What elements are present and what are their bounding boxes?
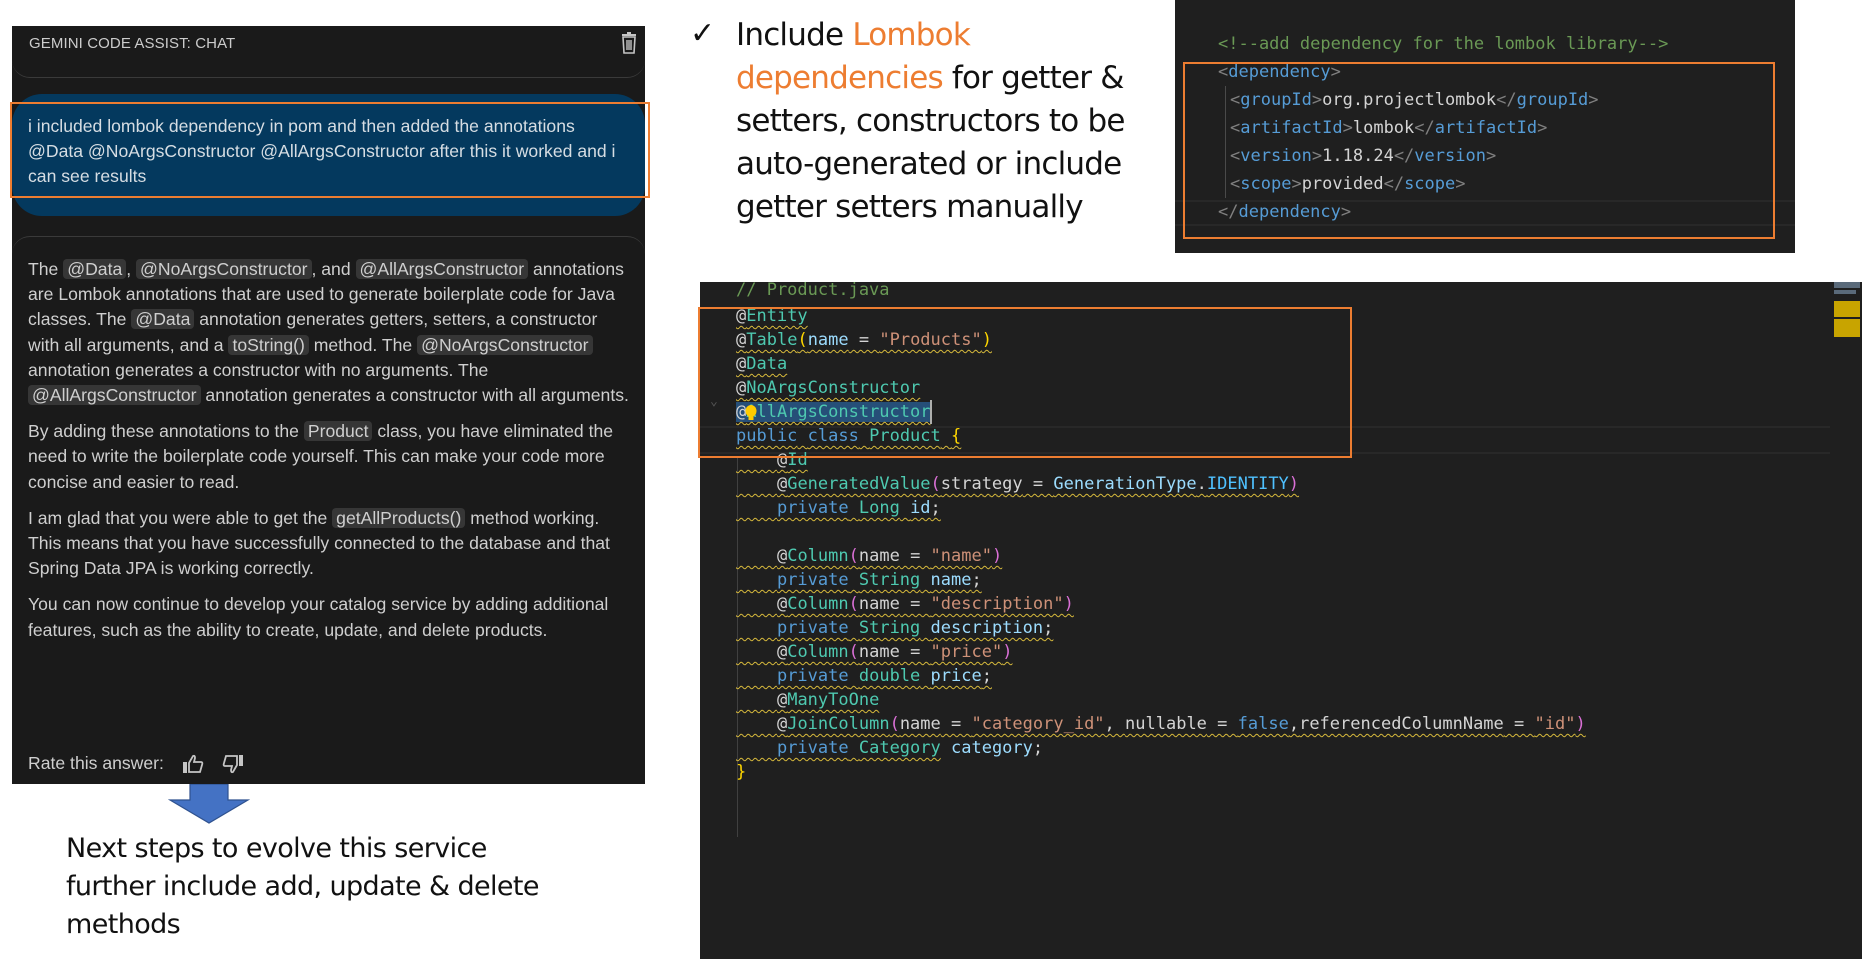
annotation: GeneratedValue: [787, 474, 931, 494]
thumbs-up-icon[interactable]: [182, 754, 204, 774]
rate-label: Rate this answer:: [28, 753, 164, 773]
code-line: private Category category;: [776, 738, 1044, 758]
thumbs-down-icon[interactable]: [222, 754, 244, 774]
inline-code: @AllArgsConstructor: [28, 385, 201, 406]
string: "name": [930, 546, 992, 566]
text: The: [28, 259, 64, 279]
string: "price": [930, 642, 1003, 662]
answer-paragraph: I am glad that you were able to get the …: [28, 506, 633, 582]
arg: name: [858, 594, 900, 614]
type: double: [858, 666, 921, 686]
type: Long: [858, 498, 900, 518]
text: method. The: [308, 334, 418, 355]
annotation: Column: [787, 594, 849, 614]
rate-answer-row: Rate this answer:: [28, 753, 244, 774]
keyword: private: [776, 618, 849, 638]
annotation: Column: [787, 642, 849, 662]
xml-highlight-box: [1183, 62, 1775, 239]
string: "description": [930, 594, 1064, 614]
arg: name: [899, 714, 941, 734]
inline-code: @AllArgsConstructor: [355, 259, 529, 279]
field-name: name: [930, 570, 972, 590]
java-comment: // Product.java: [736, 282, 890, 300]
text: By adding these annotations to the: [28, 421, 304, 442]
minimap[interactable]: [1834, 282, 1860, 342]
arg: referencedColumnName: [1299, 714, 1504, 734]
field-name: category: [951, 738, 1033, 758]
keyword: private: [776, 570, 849, 590]
string: "category_id": [971, 714, 1105, 734]
field-name: price: [930, 666, 982, 686]
answer-paragraph: The @Data, @NoArgsConstructor, and @AllA…: [28, 257, 633, 408]
inline-code: getAllProducts(): [332, 507, 466, 528]
text: Include: [736, 17, 853, 53]
arg: strategy: [940, 474, 1023, 494]
inline-code: toString(): [228, 334, 309, 355]
inline-code: @NoArgsConstructor: [136, 259, 312, 279]
inline-code: @Data: [131, 309, 195, 330]
keyword: private: [776, 498, 849, 518]
xml-comment: <!--add dependency for the lombok librar…: [1218, 34, 1669, 54]
down-arrow-icon: [168, 784, 250, 824]
answer-paragraph: By adding these annotations to the Produ…: [28, 419, 633, 495]
type: Category: [858, 738, 941, 758]
next-steps-text: Next steps to evolve this service furthe…: [66, 833, 540, 940]
arg: name: [858, 546, 900, 566]
text: annotation generates a constructor with …: [200, 385, 629, 406]
type: String: [858, 618, 921, 638]
text: I am glad that you were able to get the: [28, 507, 333, 528]
chat-header: GEMINI CODE ASSIST: CHAT: [12, 26, 645, 78]
keyword: private: [776, 666, 849, 686]
inline-code: Product: [303, 421, 373, 442]
inline-code: @NoArgsConstructor: [417, 334, 593, 355]
annotation: Column: [787, 546, 849, 566]
bullet-text: Include Lombok dependencies for getter &…: [736, 14, 1136, 229]
answer-body: The @Data, @NoArgsConstructor, and @AllA…: [28, 257, 633, 654]
assistant-answer: The @Data, @NoArgsConstructor, and @AllA…: [12, 236, 645, 784]
trash-icon[interactable]: [619, 32, 639, 54]
inline-code: @Data: [63, 259, 127, 279]
annotation: ManyToOne: [787, 690, 880, 710]
code-line: }: [736, 762, 747, 782]
type: GenerationType: [1053, 474, 1197, 494]
constant: IDENTITY: [1206, 474, 1289, 494]
checkmark-icon: ✓: [690, 17, 716, 50]
field-name: description: [930, 618, 1044, 638]
text: ,: [126, 259, 137, 279]
type: String: [858, 570, 921, 590]
chat-title: GEMINI CODE ASSIST: CHAT: [29, 35, 236, 52]
code-line: private Long id;: [776, 498, 941, 518]
arg: name: [858, 642, 900, 662]
string: "id": [1534, 714, 1576, 734]
keyword: false: [1237, 714, 1289, 734]
keyword: private: [776, 738, 849, 758]
answer-paragraph: You can now continue to develop your cat…: [28, 594, 609, 640]
field-name: id: [910, 498, 931, 518]
user-message-highlight-box: [10, 102, 650, 198]
arg: nullable: [1125, 714, 1207, 734]
annotation: JoinColumn: [787, 714, 890, 734]
annotations-highlight-box: [698, 307, 1352, 458]
text: , and: [311, 259, 356, 279]
text: annotation generates a constructor with …: [28, 359, 489, 380]
